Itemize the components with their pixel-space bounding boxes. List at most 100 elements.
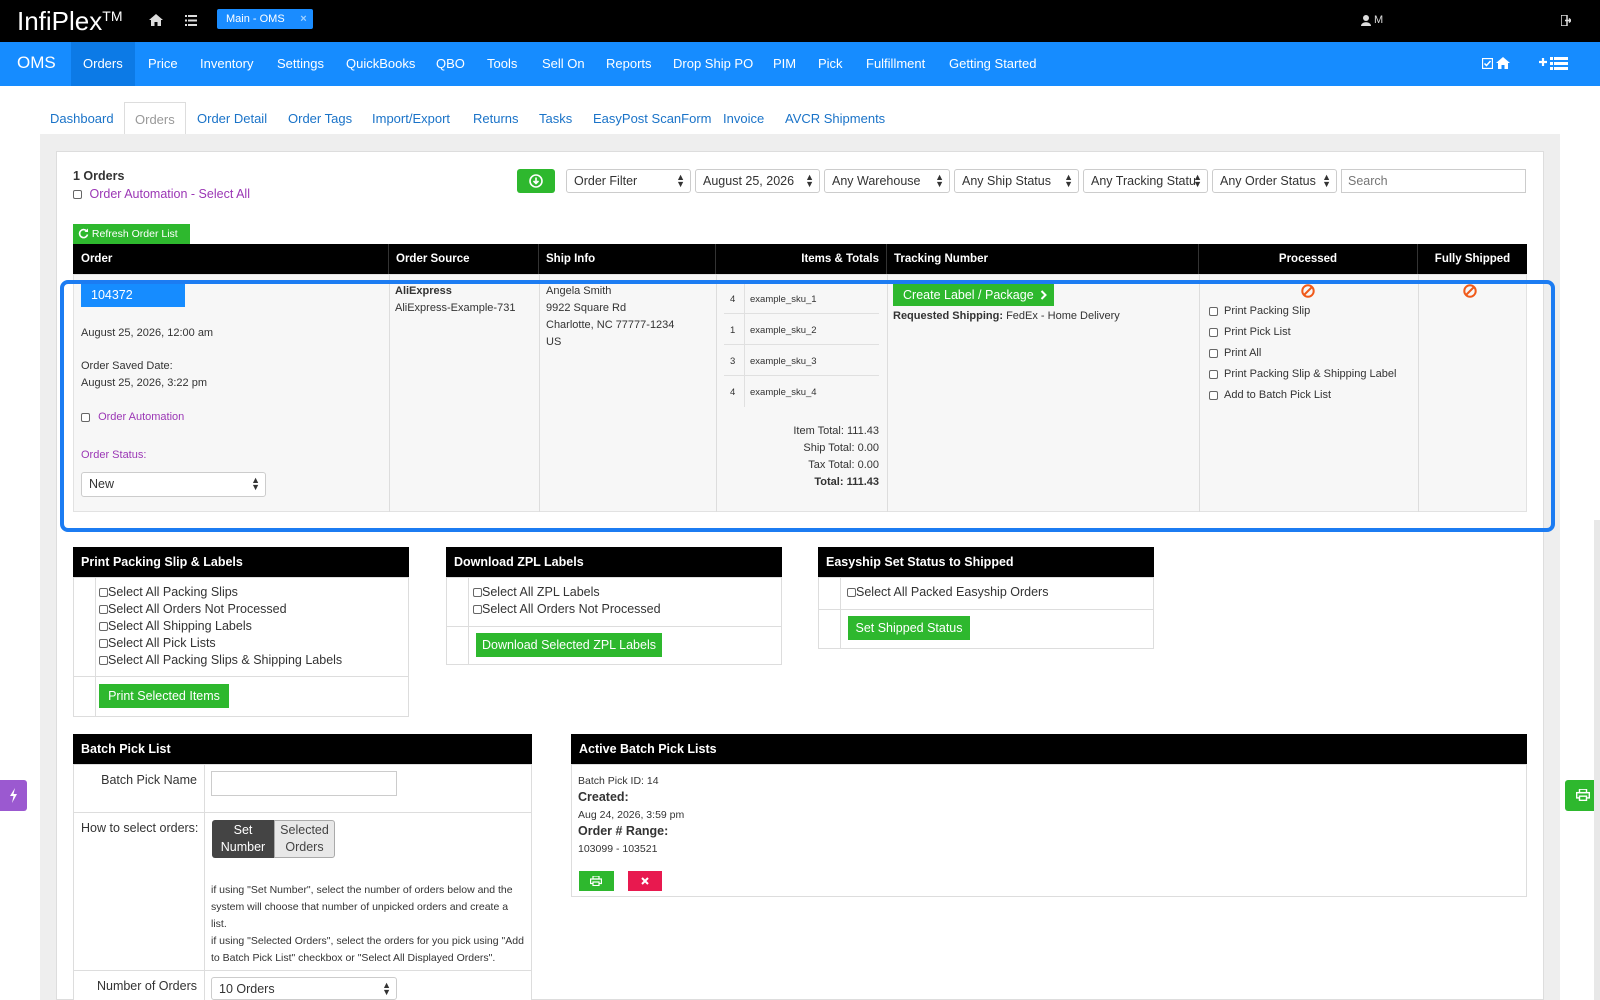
nav-inventory[interactable]: Inventory (200, 56, 253, 71)
nav-brand[interactable]: OMS (17, 53, 56, 73)
checkbox[interactable] (99, 588, 108, 598)
nav-getting-started[interactable]: Getting Started (949, 56, 1036, 71)
checkbox[interactable] (99, 605, 108, 615)
num-orders-label: Number of Orders (96, 979, 197, 993)
header-tracking-number[interactable]: Tracking Number (887, 244, 1199, 274)
date-select[interactable]: August 25, 2026 ▲ ▼ (695, 169, 820, 193)
tab-order-tags[interactable]: Order Tags (288, 111, 352, 126)
selected-row-highlight (60, 280, 1555, 532)
order-filter-select[interactable]: Order Filter ▲ ▼ (566, 169, 691, 193)
add-list-icon[interactable] (1539, 57, 1568, 70)
print-option[interactable]: Select All Orders Not Processed (99, 602, 287, 616)
logout-icon[interactable] (1561, 15, 1571, 26)
tab-returns[interactable]: Returns (473, 111, 519, 126)
ship-status-select[interactable]: Any Ship Status ▲ ▼ (954, 169, 1079, 193)
scrollbar[interactable] (1594, 520, 1600, 1000)
home-icon[interactable] (149, 14, 163, 26)
header-items-totals[interactable]: Items & Totals (716, 244, 887, 274)
checkbox[interactable] (847, 588, 856, 598)
checkbox[interactable] (99, 656, 108, 666)
download-button[interactable] (517, 169, 555, 193)
nav-tools[interactable]: Tools (487, 56, 517, 71)
app-logo[interactable]: InfiPlexTM (17, 6, 122, 37)
nav-pick[interactable]: Pick (818, 56, 843, 71)
batch-created-value: Aug 24, 2026, 3:59 pm (578, 809, 685, 821)
zpl-option[interactable]: Select All Orders Not Processed (473, 602, 661, 616)
check-square-icon[interactable] (1482, 58, 1493, 69)
select-arrows-icon: ▲ ▼ (1322, 172, 1331, 189)
header-ship-info[interactable]: Ship Info (539, 244, 716, 274)
download-zpl-button[interactable]: Download Selected ZPL Labels (476, 633, 662, 657)
divider (73, 970, 532, 971)
tracking-status-select[interactable]: Any Tracking Statu ▲ ▼ (1083, 169, 1208, 193)
divider (818, 609, 1154, 610)
checkbox[interactable] (99, 622, 108, 632)
nav-quickbooks[interactable]: QuickBooks (346, 56, 415, 71)
set-shipped-status-button[interactable]: Set Shipped Status (848, 616, 970, 640)
automation-select-all-checkbox[interactable] (73, 190, 82, 200)
set-number-toggle[interactable]: Set Number (212, 820, 274, 858)
divider (468, 577, 469, 665)
list-icon[interactable] (185, 15, 197, 26)
select-arrows-icon: ▲ ▼ (805, 172, 814, 189)
checkbox[interactable] (99, 639, 108, 649)
print-batch-button[interactable] (579, 871, 614, 891)
delete-batch-button[interactable] (628, 871, 662, 891)
print-icon (1576, 789, 1590, 801)
nav-price[interactable]: Price (148, 56, 178, 71)
nav-pim[interactable]: PIM (773, 56, 796, 71)
batch-name-label: Batch Pick Name (101, 773, 197, 787)
nav-reports[interactable]: Reports (606, 56, 652, 71)
nav-settings[interactable]: Settings (277, 56, 324, 71)
header-order-source[interactable]: Order Source (389, 244, 539, 274)
zpl-box-title: Download ZPL Labels (446, 547, 782, 577)
tab-order-detail[interactable]: Order Detail (197, 111, 267, 126)
tab-tasks[interactable]: Tasks (539, 111, 572, 126)
tab-dashboard[interactable]: Dashboard (50, 111, 114, 126)
tab-import-export[interactable]: Import/Export (372, 111, 450, 126)
nav-drop-ship-po[interactable]: Drop Ship PO (673, 56, 753, 71)
nav-orders[interactable]: Orders (71, 42, 135, 86)
print-box-title: Print Packing Slip & Labels (73, 547, 409, 577)
selected-orders-toggle[interactable]: Selected Orders (274, 820, 335, 858)
nav-qbo[interactable]: QBO (436, 56, 465, 71)
tab-easypost-scanform[interactable]: EasyPost ScanForm (593, 111, 712, 126)
search-input[interactable] (1341, 169, 1526, 193)
header-order[interactable]: Order (73, 244, 389, 274)
tab-avcr-shipments[interactable]: AVCR Shipments (785, 111, 885, 126)
checkbox[interactable] (473, 588, 482, 598)
nav-sell-on[interactable]: Sell On (542, 56, 585, 71)
order-status-select[interactable]: Any Order Status ▲ ▼ (1212, 169, 1337, 193)
refresh-order-list-button[interactable]: Refresh Order List (73, 224, 190, 244)
select-arrows-icon: ▲ ▼ (676, 172, 685, 189)
divider (95, 577, 96, 717)
batch-id: Batch Pick ID: 14 (578, 775, 659, 787)
easyship-option[interactable]: Select All Packed Easyship Orders (847, 585, 1048, 599)
print-option[interactable]: Select All Pick Lists (99, 636, 216, 650)
close-icon[interactable]: × (300, 9, 306, 29)
user-icon[interactable] (1361, 15, 1371, 26)
tab-main-oms[interactable]: Main - OMS × (217, 9, 313, 29)
main-nav: OMS Orders Price Inventory Settings Quic… (0, 42, 1600, 86)
home-icon[interactable] (1496, 57, 1510, 69)
nav-fulfillment[interactable]: Fulfillment (866, 56, 925, 71)
header-processed[interactable]: Processed (1199, 244, 1418, 274)
checkbox[interactable] (473, 605, 482, 615)
tab-invoice[interactable]: Invoice (723, 111, 764, 126)
tab-orders[interactable]: Orders (124, 102, 186, 136)
print-option[interactable]: Select All Shipping Labels (99, 619, 252, 633)
warehouse-select[interactable]: Any Warehouse ▲ ▼ (824, 169, 950, 193)
side-action-button[interactable] (0, 780, 27, 811)
print-selected-items-button[interactable]: Print Selected Items (99, 684, 229, 708)
automation-select-all-label[interactable]: Order Automation - Select All (89, 187, 250, 201)
batch-name-input[interactable] (211, 771, 397, 796)
zpl-option[interactable]: Select All ZPL Labels (473, 585, 600, 599)
user-name[interactable]: M (1374, 14, 1383, 26)
top-bar: InfiPlexTM Main - OMS × M (0, 0, 1600, 42)
num-orders-select[interactable]: 10 Orders ▲ ▼ (211, 977, 397, 1000)
header-fully-shipped[interactable]: Fully Shipped (1418, 244, 1527, 274)
print-option[interactable]: Select All Packing Slips (99, 585, 238, 599)
print-icon (590, 876, 602, 886)
print-option[interactable]: Select All Packing Slips & Shipping Labe… (99, 653, 342, 667)
automation-select-all[interactable]: Order Automation - Select All (73, 187, 250, 201)
